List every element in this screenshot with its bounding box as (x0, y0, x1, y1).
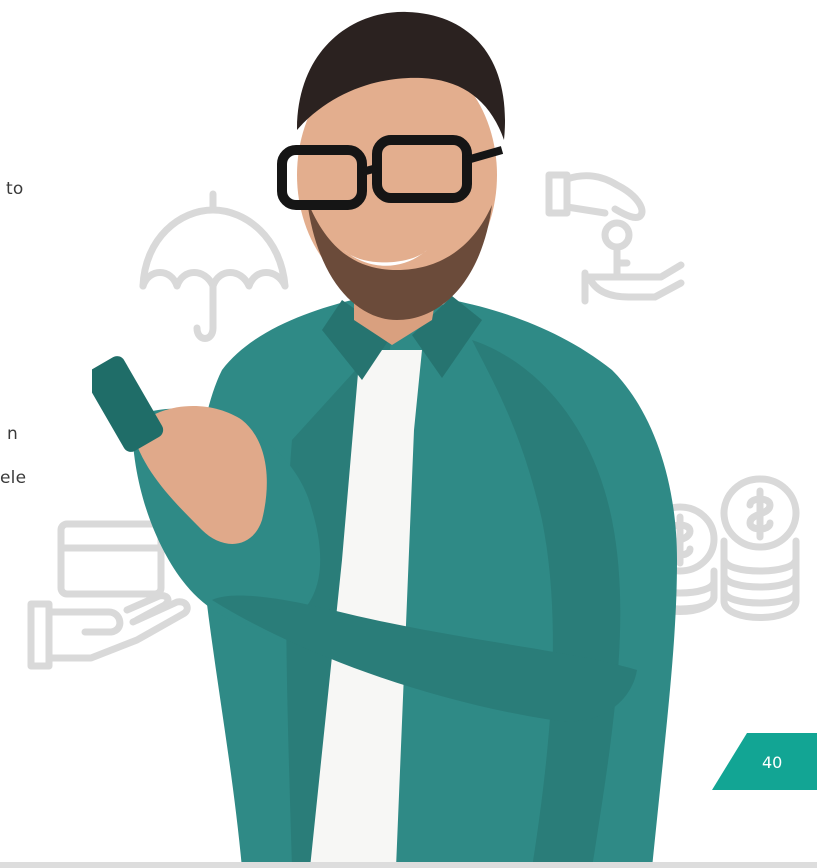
page-number: 40 (762, 753, 783, 772)
document-page: to n ele 40 (0, 0, 817, 868)
text-fragment-2: n (7, 424, 18, 444)
text-fragment-1: to (6, 179, 24, 199)
man-with-phone-photo (84, 0, 692, 868)
page-number-badge: 40 (712, 733, 817, 790)
text-fragment-3: ele (0, 468, 27, 488)
bottom-rule (0, 862, 817, 868)
